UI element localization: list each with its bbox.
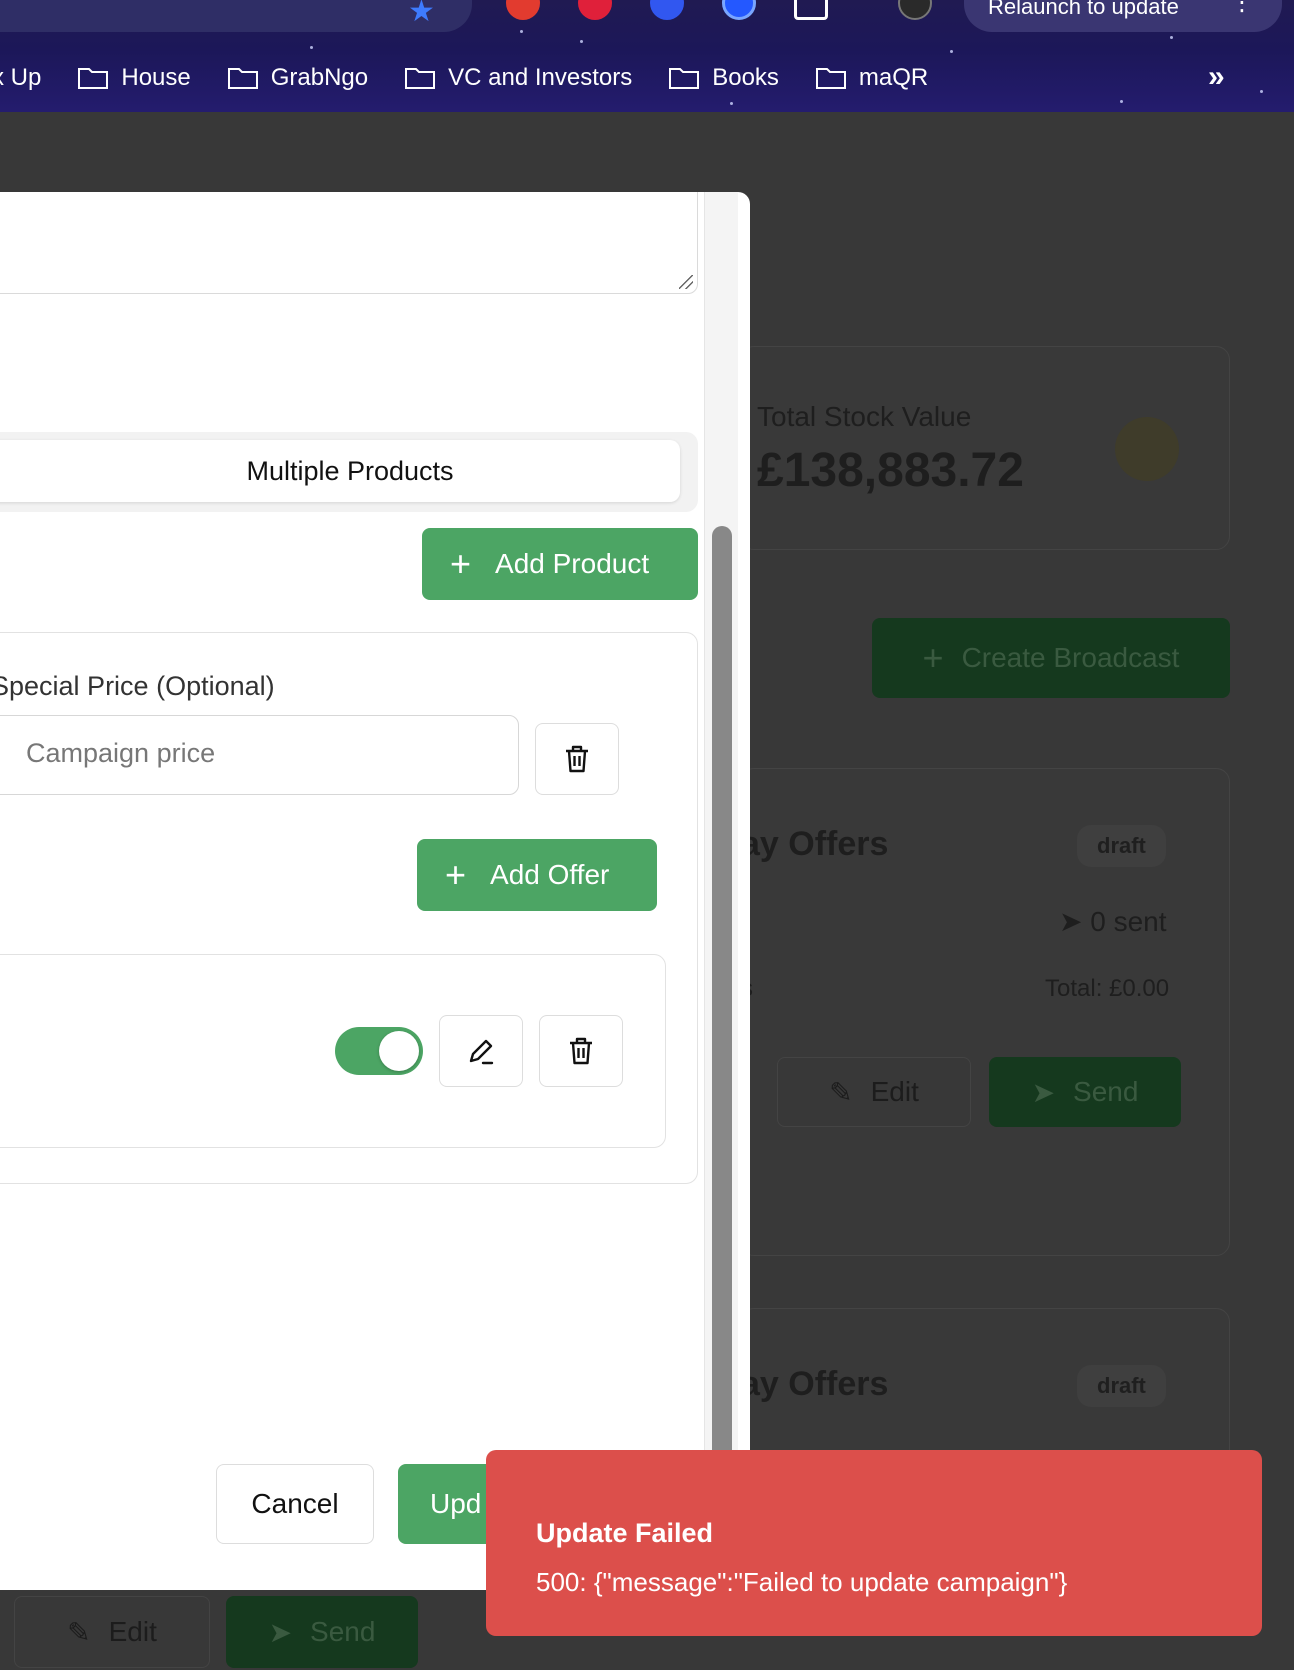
- sent-count-text: 0 sent: [1090, 906, 1167, 937]
- pencil-icon: ✎: [67, 1616, 91, 1648]
- delete-product-button[interactable]: [535, 723, 619, 795]
- stock-value-label: Total Stock Value: [757, 401, 972, 432]
- bookmark-label: maQR: [858, 64, 929, 91]
- bookmark-folder-maqr[interactable]: maQR: [815, 64, 928, 92]
- bookmark-item[interactable]: x Up: [0, 64, 41, 92]
- toast-title: Update Failed: [536, 1518, 714, 1548]
- error-toast[interactable]: Update Failed 500: {"message":"Failed to…: [486, 1450, 1262, 1636]
- star-decoration: [950, 50, 953, 53]
- stock-value-amount: £138,883.72: [757, 444, 1024, 497]
- relaunch-label: Relaunch to update: [988, 0, 1179, 19]
- trash-icon: [566, 745, 588, 773]
- stock-value-card: Total Stock Value £138,883.72: [740, 346, 1230, 550]
- bookmark-label: GrabNgo: [270, 64, 369, 91]
- offer-enabled-toggle[interactable]: [335, 1027, 423, 1075]
- create-broadcast-button[interactable]: + Create Broadcast: [872, 618, 1230, 698]
- star-decoration: [1120, 100, 1123, 103]
- bookmarks-overflow-button[interactable]: »: [1208, 60, 1225, 94]
- folder-icon: [404, 66, 436, 90]
- star-decoration: [580, 40, 583, 43]
- edit-offer-button[interactable]: [439, 1015, 523, 1087]
- bookmark-folder-house[interactable]: House: [77, 64, 191, 92]
- star-decoration: [520, 30, 523, 33]
- send-icon: ➤: [1031, 1076, 1056, 1108]
- bookmark-folder-vc[interactable]: VC and Investors: [404, 64, 632, 92]
- bookmark-label: x Up: [0, 64, 42, 91]
- star-decoration: [1260, 90, 1263, 93]
- extension-icon[interactable]: [650, 0, 684, 20]
- campaign-title: ay Offers: [741, 825, 889, 863]
- star-decoration: [310, 46, 313, 49]
- bookmark-label: VC and Investors: [448, 64, 633, 91]
- campaign-send-button[interactable]: ➤ Send: [989, 1057, 1181, 1127]
- relaunch-button[interactable]: Relaunch to update ⋮: [964, 0, 1282, 32]
- send-label: Send: [1073, 1076, 1139, 1107]
- bookmark-folder-grabngo[interactable]: GrabNgo: [227, 64, 368, 92]
- folder-icon: [815, 66, 847, 90]
- pinterest-icon[interactable]: [578, 0, 612, 20]
- row-edit-button[interactable]: ✎ Edit: [14, 1596, 210, 1668]
- toggle-knob: [379, 1031, 419, 1071]
- campaign-total: Total: £0.00: [1045, 975, 1170, 1002]
- campaign-card: ay Offers draft ➤ 0 sent s Total: £0.00 …: [740, 768, 1230, 1256]
- add-offer-label: Add Offer: [490, 859, 610, 890]
- plus-icon: +: [450, 543, 472, 584]
- campaign-title: ay Offers: [741, 1365, 889, 1403]
- status-badge: draft: [1077, 825, 1166, 867]
- row-send-button[interactable]: ➤ Send: [226, 1596, 418, 1668]
- extensions-puzzle-icon[interactable]: [794, 0, 828, 20]
- sent-count: ➤ 0 sent: [1059, 905, 1167, 938]
- send-icon: ➤: [1059, 906, 1091, 937]
- campaign-edit-button[interactable]: ✎ Edit: [777, 1057, 971, 1127]
- bookmark-label: Books: [712, 64, 779, 91]
- bookmarks-bar: x Up House GrabNgo VC and Investors Book…: [0, 58, 964, 98]
- star-decoration: [1170, 36, 1173, 39]
- profile-avatar[interactable]: [898, 0, 932, 20]
- extension-icon[interactable]: [506, 0, 540, 20]
- folder-icon: [77, 66, 109, 90]
- create-broadcast-label: Create Broadcast: [961, 642, 1180, 673]
- cancel-button[interactable]: Cancel: [216, 1464, 374, 1544]
- folder-icon: [668, 66, 700, 90]
- browser-toolbar: ★ Relaunch to update ⋮ x Up House GrabNg…: [0, 0, 1294, 112]
- campaign-price-input[interactable]: Campaign price: [0, 715, 519, 795]
- bookmark-folder-books[interactable]: Books: [668, 64, 779, 92]
- address-bar[interactable]: [0, 0, 472, 32]
- delete-offer-button[interactable]: [539, 1015, 623, 1087]
- plus-icon: +: [922, 637, 944, 678]
- plus-icon: +: [445, 854, 467, 895]
- offer-card: [0, 954, 666, 1148]
- chart-icon: [1115, 417, 1179, 481]
- add-offer-button[interactable]: + Add Offer: [417, 839, 657, 911]
- trash-icon: [570, 1037, 592, 1065]
- pencil-icon: ✎: [829, 1076, 853, 1108]
- product-mode-selector: Multiple Products: [0, 432, 698, 512]
- toast-message: 500: {"message":"Failed to update campai…: [536, 1567, 1068, 1597]
- description-textarea[interactable]: [0, 192, 698, 294]
- send-label: Send: [310, 1616, 376, 1647]
- folder-icon: [227, 66, 259, 90]
- status-badge: draft: [1077, 1365, 1166, 1407]
- scrollbar-thumb[interactable]: [712, 526, 732, 1590]
- edit-campaign-dialog: Multiple Products + Add Product Special …: [0, 192, 750, 1590]
- edit-label: Edit: [870, 1076, 919, 1107]
- special-price-label: Special Price (Optional): [0, 671, 275, 701]
- more-menu-icon[interactable]: ⋮: [1230, 0, 1256, 17]
- extension-icon[interactable]: [722, 0, 756, 20]
- bookmark-star-icon[interactable]: ★: [408, 0, 435, 29]
- add-product-button[interactable]: + Add Product: [422, 528, 698, 600]
- send-icon: ➤: [268, 1616, 293, 1648]
- pencil-icon: [469, 1039, 494, 1065]
- add-product-label: Add Product: [495, 548, 650, 579]
- resize-handle-icon[interactable]: [679, 275, 693, 289]
- edit-label: Edit: [108, 1616, 157, 1647]
- star-decoration: [730, 102, 733, 105]
- bookmark-label: House: [121, 64, 191, 91]
- segment-multiple-products[interactable]: Multiple Products: [0, 440, 680, 502]
